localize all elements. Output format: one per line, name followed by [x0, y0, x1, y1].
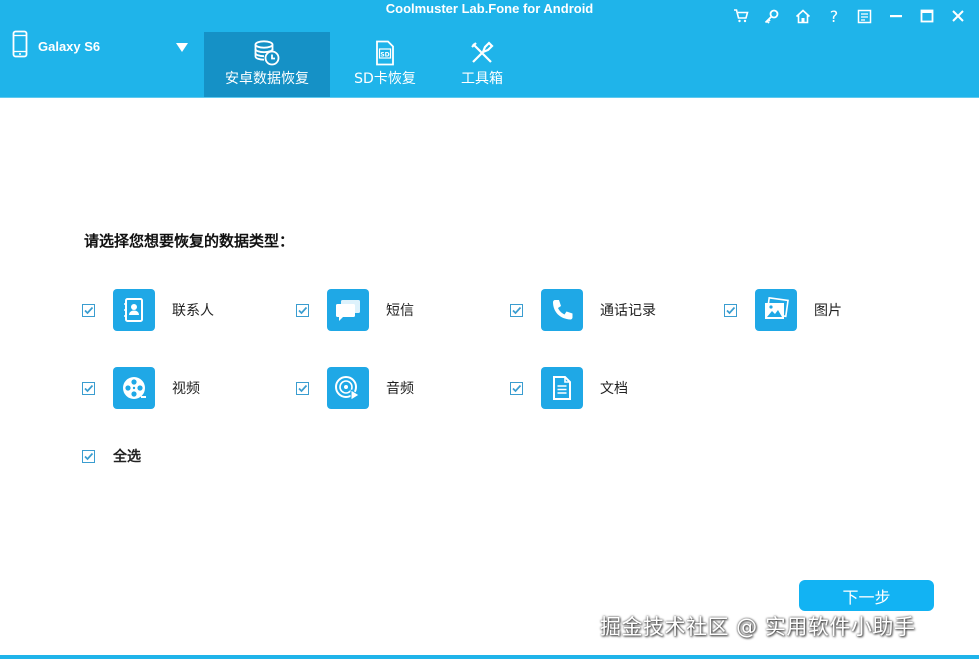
tools-icon	[469, 40, 495, 70]
data-type-prompt: 请选择您想要恢复的数据类型：	[84, 232, 295, 250]
tab-label: 安卓数据恢复	[225, 71, 309, 87]
app-header: Coolmuster Lab.Fone for Android ? Galaxy…	[0, 0, 979, 97]
key-icon[interactable]	[756, 4, 787, 28]
data-type-contacts[interactable]: 联系人	[82, 289, 214, 331]
video-icon	[113, 367, 155, 409]
contacts-icon	[113, 289, 155, 331]
help-icon[interactable]: ?	[818, 4, 849, 28]
messages-checkbox[interactable]	[296, 303, 309, 317]
contacts-checkbox[interactable]	[82, 303, 95, 317]
watermark-text: 掘金技术社区 @ 实用软件小助手	[600, 615, 916, 639]
data-type-documents[interactable]: 文档	[510, 367, 628, 409]
feedback-icon[interactable]	[849, 4, 880, 28]
device-name: Galaxy S6	[38, 38, 101, 54]
next-button[interactable]: 下一步	[799, 580, 934, 611]
data-type-audio[interactable]: 音频	[296, 367, 414, 409]
tab-toolbox[interactable]: 工具箱	[440, 32, 524, 97]
item-label: 图片	[814, 303, 842, 319]
cart-icon[interactable]	[725, 4, 756, 28]
tab-android-recovery[interactable]: 安卓数据恢复	[204, 32, 330, 97]
database-restore-icon	[254, 40, 280, 70]
sd-card-icon: SD	[375, 40, 395, 70]
item-label: 音频	[386, 381, 414, 397]
data-type-video[interactable]: 视频	[82, 367, 200, 409]
call-log-icon	[541, 289, 583, 331]
item-label: 文档	[600, 381, 628, 397]
maximize-icon[interactable]	[911, 4, 942, 28]
device-selector[interactable]: Galaxy S6	[12, 30, 100, 62]
window-bottom-border	[0, 655, 979, 659]
call-log-checkbox[interactable]	[510, 303, 523, 317]
tab-label: SD卡恢复	[354, 71, 416, 87]
item-label: 视频	[172, 381, 200, 397]
data-type-call-log[interactable]: 通话记录	[510, 289, 656, 331]
select-all[interactable]: 全选	[82, 446, 141, 466]
audio-icon	[327, 367, 369, 409]
home-icon[interactable]	[787, 4, 818, 28]
video-checkbox[interactable]	[82, 381, 95, 395]
select-all-checkbox[interactable]	[82, 449, 95, 463]
item-label: 短信	[386, 303, 414, 319]
photos-checkbox[interactable]	[724, 303, 737, 317]
close-icon[interactable]	[942, 4, 973, 28]
documents-checkbox[interactable]	[510, 381, 523, 395]
photos-icon	[755, 289, 797, 331]
phone-icon	[12, 30, 28, 62]
audio-checkbox[interactable]	[296, 381, 309, 395]
main-tabs: 安卓数据恢复 SD SD卡恢复 工具箱	[204, 32, 524, 97]
tab-sd-recovery[interactable]: SD SD卡恢复	[330, 32, 440, 97]
item-label: 联系人	[172, 303, 214, 319]
header-divider	[0, 97, 979, 98]
item-label: 通话记录	[600, 303, 656, 319]
svg-text:?: ?	[829, 8, 838, 24]
document-icon	[541, 367, 583, 409]
window-controls: ?	[725, 4, 973, 28]
data-type-messages[interactable]: 短信	[296, 289, 414, 331]
tab-label: 工具箱	[461, 71, 503, 87]
svg-text:SD: SD	[380, 52, 389, 59]
select-all-label: 全选	[113, 449, 141, 465]
minimize-icon[interactable]	[880, 4, 911, 28]
triangle-down-icon[interactable]	[176, 38, 188, 57]
messages-icon	[327, 289, 369, 331]
data-type-photos[interactable]: 图片	[724, 289, 842, 331]
